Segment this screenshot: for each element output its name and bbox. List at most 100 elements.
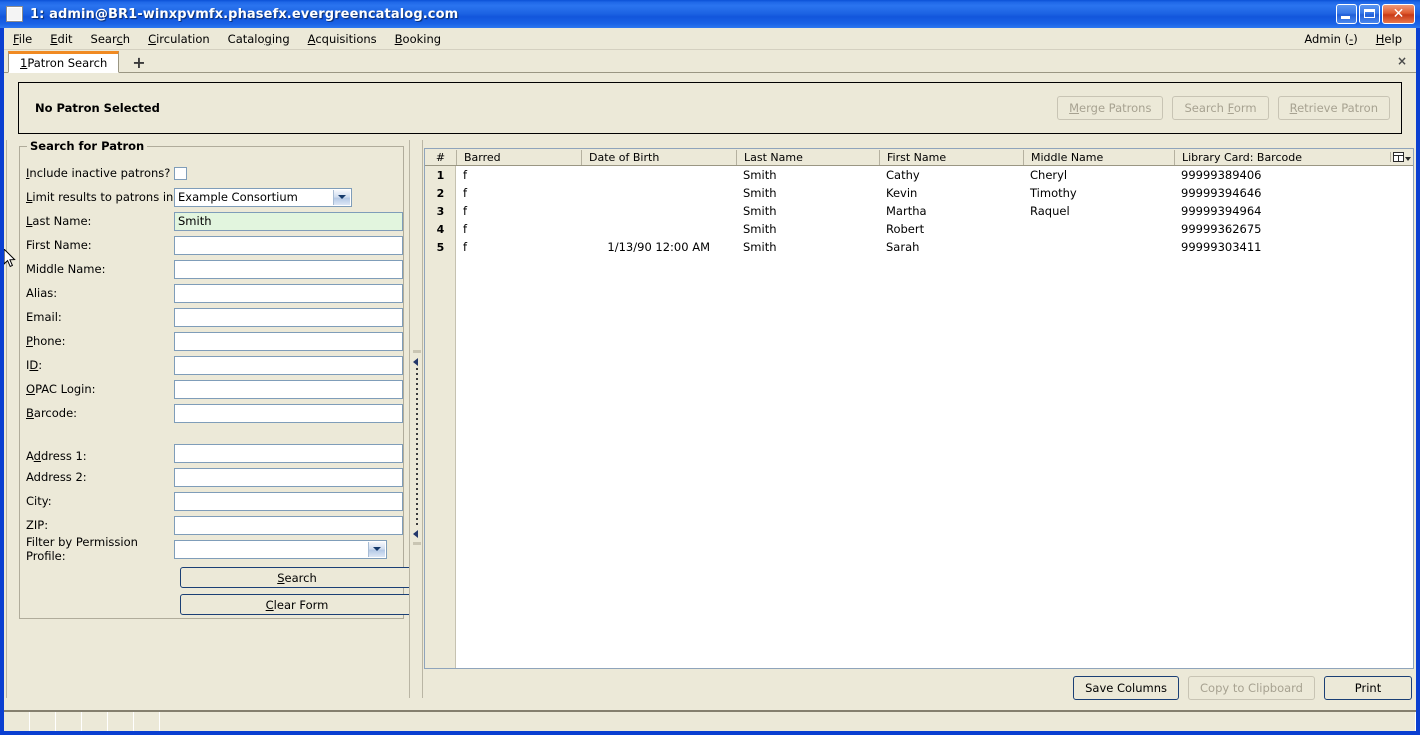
opac-login-input[interactable]: [174, 379, 403, 399]
first-name-input[interactable]: [174, 235, 403, 255]
minimize-button[interactable]: [1336, 4, 1357, 24]
new-tab-button[interactable]: +: [128, 55, 149, 71]
cell-barcode: 99999394646: [1181, 186, 1262, 200]
maximize-button[interactable]: [1359, 4, 1380, 24]
tab-patron-search[interactable]: 1 Patron Search: [8, 51, 120, 73]
limit-results-select[interactable]: Example Consortium: [174, 187, 352, 207]
phone-input[interactable]: [174, 331, 403, 351]
column-header-last-name[interactable]: Last Name: [736, 149, 879, 165]
menu-search[interactable]: Search: [82, 30, 140, 48]
city-input[interactable]: [174, 491, 403, 511]
permission-profile-select[interactable]: [174, 539, 387, 559]
column-header-barred[interactable]: Barred: [456, 149, 581, 165]
table-row[interactable]: 2 f Smith Kevin Timothy 99999394646: [425, 184, 1413, 202]
label-alias: Alias:: [26, 286, 58, 300]
barcode-input[interactable]: [174, 403, 403, 423]
menu-help[interactable]: Help: [1367, 30, 1411, 48]
patron-header-buttons: Merge Patrons Search Form Retrieve Patro…: [1057, 96, 1390, 120]
retrieve-patron-button[interactable]: Retrieve Patron: [1277, 96, 1390, 120]
splitter-collapse-bottom-icon[interactable]: [413, 530, 418, 538]
limit-results-value: Example Consortium: [178, 190, 298, 204]
cell-barred: f: [463, 186, 468, 200]
label-permission-profile: Filter by Permission Profile:: [26, 535, 138, 563]
column-picker-button[interactable]: [1390, 152, 1413, 162]
cell-last-name: Smith: [743, 240, 777, 254]
column-header-first-name[interactable]: First Name: [879, 149, 1023, 165]
table-row[interactable]: 5 f 1/13/90 12:00 AM Smith Sarah 9999930…: [425, 238, 1413, 256]
patron-status-label: No Patron Selected: [35, 101, 160, 115]
window-icon: [6, 6, 23, 22]
status-segment: [30, 712, 56, 731]
alias-input[interactable]: [174, 283, 403, 303]
form-row-barcode: Barcode:: [20, 401, 403, 425]
clear-form-button[interactable]: Clear Form: [180, 594, 414, 615]
save-columns-button[interactable]: Save Columns: [1073, 676, 1180, 700]
status-segment: [160, 712, 1416, 731]
form-row-zip: ZIP:: [20, 513, 403, 537]
cell-num: 1: [436, 168, 445, 182]
label-city: City:: [26, 494, 52, 508]
column-header-num[interactable]: #: [425, 150, 456, 165]
clear-form-button-row: Clear Form: [20, 594, 414, 615]
id-input[interactable]: [174, 355, 403, 375]
pane-splitter[interactable]: [409, 140, 423, 698]
form-row-email: Email:: [20, 305, 403, 329]
form-row-phone: Phone:: [20, 329, 403, 353]
menu-circulation[interactable]: Circulation: [139, 30, 219, 48]
form-row-first-name: First Name:: [20, 233, 403, 257]
cell-num: 3: [436, 204, 445, 218]
title-bar: 1: admin@BR1-winxpvmfx.phasefx.evergreen…: [0, 0, 1420, 28]
window-title: 1: admin@BR1-winxpvmfx.phasefx.evergreen…: [30, 6, 459, 22]
form-row-middle-name: Middle Name:: [20, 257, 403, 281]
results-grid-header: # Barred Date of Birth Last Name First N…: [425, 149, 1413, 166]
table-row[interactable]: 4 f Smith Robert 99999362675: [425, 220, 1413, 238]
address-1-input[interactable]: [174, 444, 403, 463]
tab-bar: 1 Patron Search + ×: [4, 50, 1416, 73]
column-header-barcode[interactable]: Library Card: Barcode: [1174, 149, 1379, 165]
form-row-permission-profile: Filter by Permission Profile:: [20, 535, 403, 563]
menu-edit[interactable]: Edit: [41, 30, 81, 48]
close-window-button[interactable]: ✕: [1382, 4, 1415, 24]
search-button[interactable]: Search: [180, 567, 414, 588]
chevron-down-icon: [368, 541, 385, 557]
last-name-input[interactable]: [174, 211, 403, 231]
cell-first-name: Robert: [886, 222, 925, 236]
form-row-include-inactive: Include inactive patrons?: [20, 161, 403, 185]
cell-barcode: 99999362675: [1181, 222, 1262, 236]
results-action-bar: Save Columns Copy to Clipboard Print: [424, 676, 1414, 700]
menu-acquisitions[interactable]: Acquisitions: [299, 30, 386, 48]
label-address-2: Address 2:: [26, 470, 87, 484]
menu-booking[interactable]: Booking: [386, 30, 450, 48]
merge-patrons-button[interactable]: Merge Patrons: [1057, 96, 1164, 120]
search-form-button[interactable]: Search Form: [1172, 96, 1269, 120]
cell-barred: f: [463, 168, 468, 182]
close-tab-button[interactable]: ×: [1397, 54, 1407, 68]
menu-admin[interactable]: Admin (-): [1295, 30, 1366, 48]
status-bar: [4, 710, 1416, 731]
cell-middle-name: Raquel: [1030, 204, 1070, 218]
splitter-cap-top: [413, 350, 421, 353]
middle-name-input[interactable]: [174, 259, 403, 279]
zip-input[interactable]: [174, 515, 403, 535]
menu-cataloging[interactable]: Cataloging: [219, 30, 299, 48]
print-button[interactable]: Print: [1324, 676, 1412, 700]
label-last-name: Last Name:: [26, 214, 92, 228]
menu-bar-right: Admin (-) Help: [1295, 30, 1416, 48]
address-2-input[interactable]: [174, 467, 403, 487]
column-header-middle-name[interactable]: Middle Name: [1023, 149, 1174, 165]
include-inactive-checkbox[interactable]: [174, 166, 187, 180]
splitter-collapse-top-icon[interactable]: [413, 358, 418, 366]
copy-to-clipboard-button[interactable]: Copy to Clipboard: [1188, 676, 1315, 700]
form-row-last-name: Last Name:: [20, 209, 403, 233]
window-controls: ✕: [1334, 4, 1415, 24]
form-row-address-1: Address 1:: [20, 425, 403, 465]
cell-first-name: Kevin: [886, 186, 918, 200]
cell-first-name: Martha: [886, 204, 927, 218]
table-row[interactable]: 3 f Smith Martha Raquel 99999394964: [425, 202, 1413, 220]
cell-num: 4: [436, 222, 445, 236]
menu-file[interactable]: File: [4, 30, 41, 48]
table-row[interactable]: 1 f Smith Cathy Cheryl 99999389406: [425, 166, 1413, 184]
email-input[interactable]: [174, 307, 403, 327]
column-header-dob[interactable]: Date of Birth: [581, 149, 736, 165]
search-fieldset-legend: Search for Patron: [27, 139, 148, 153]
